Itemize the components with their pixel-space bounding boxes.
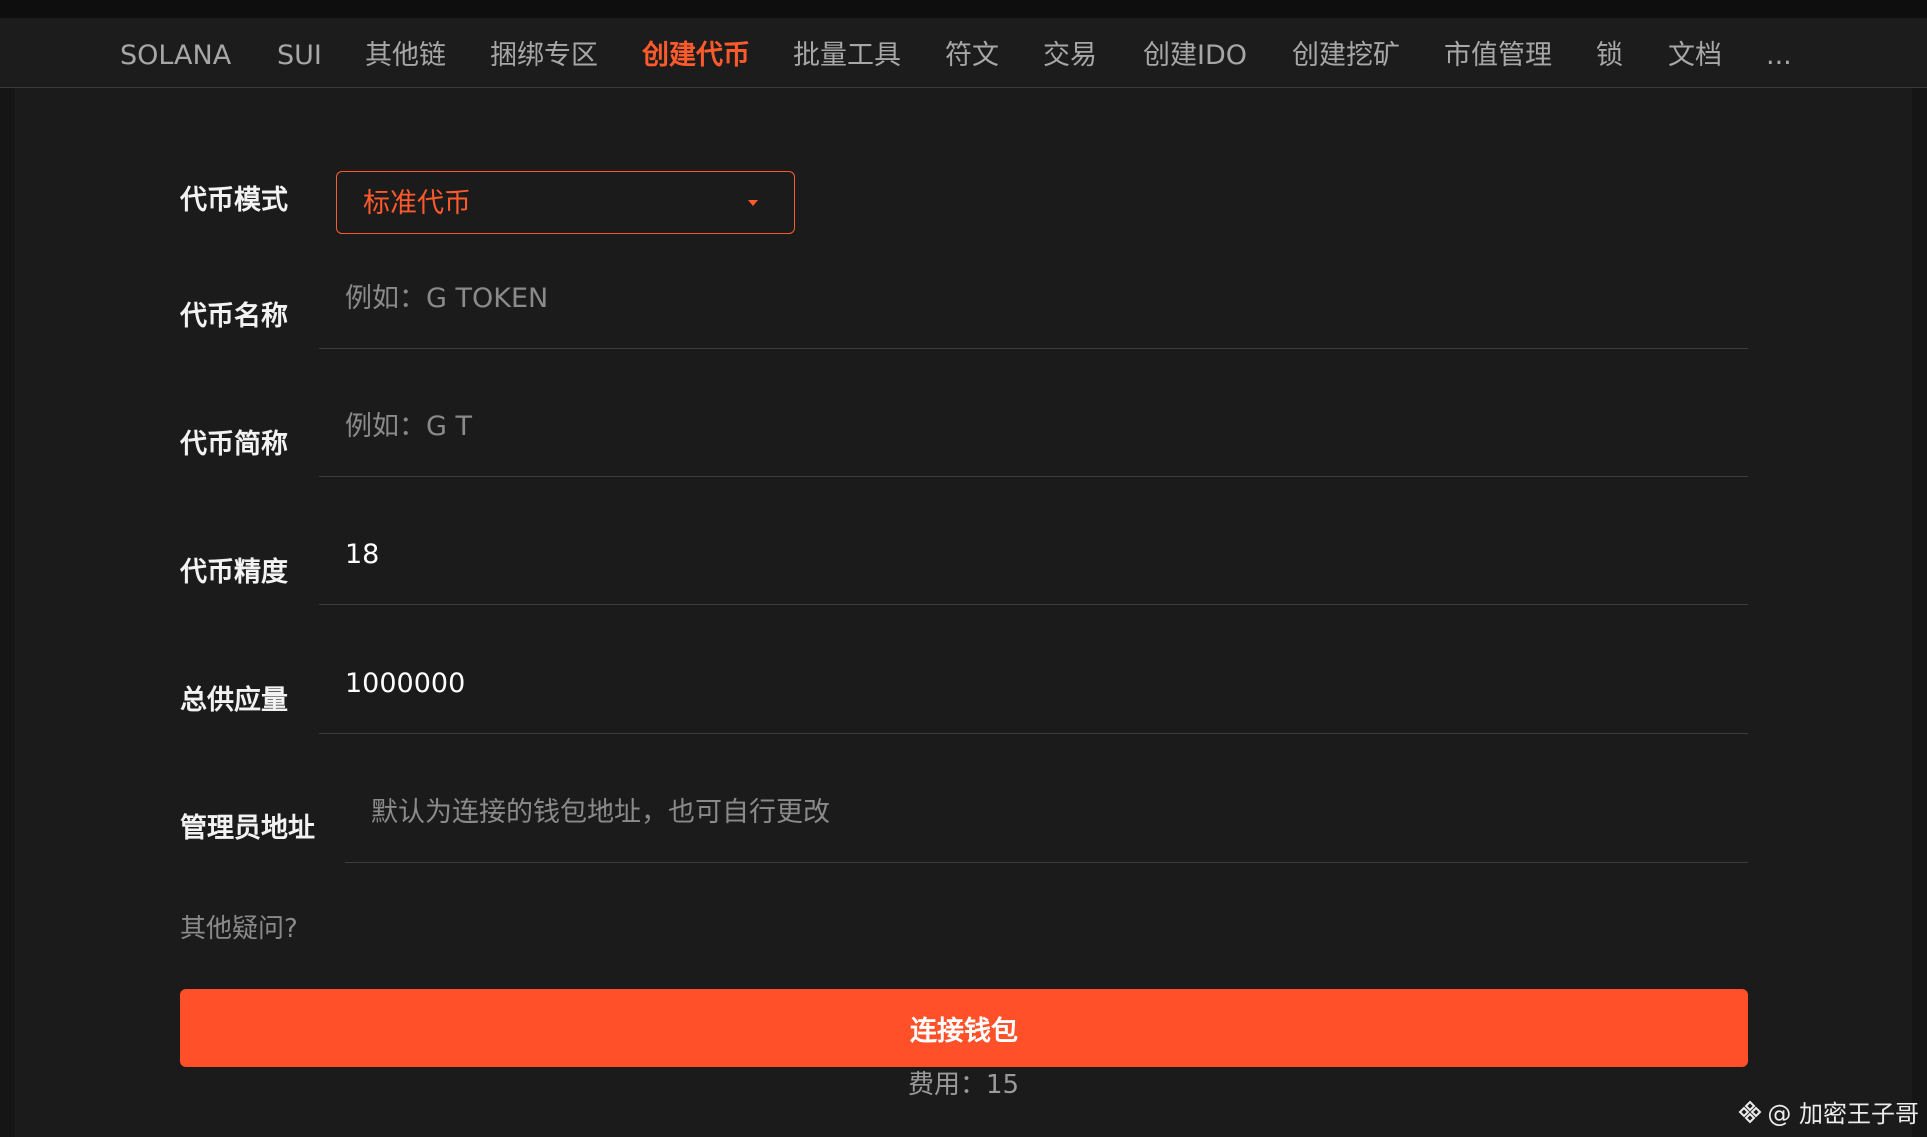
admin-address-label: 管理员地址 <box>180 813 315 844</box>
token-symbol-input[interactable] <box>345 397 1734 455</box>
top-nav: SOLANA SUI 其他链 捆绑专区 创建代币 批量工具 符文 交易 创建ID… <box>0 18 1927 88</box>
nav-item-create-ido[interactable]: 创建IDO <box>1143 18 1247 87</box>
token-decimals-label: 代币精度 <box>180 557 288 588</box>
token-name-field <box>319 269 1748 349</box>
connect-wallet-button[interactable]: 连接钱包 <box>180 989 1748 1067</box>
nav-item-market-cap[interactable]: 市值管理 <box>1444 18 1552 87</box>
nav-item-lock[interactable]: 锁 <box>1596 18 1623 87</box>
help-link[interactable]: 其他疑问? <box>180 908 298 945</box>
binance-square-icon <box>1738 1100 1762 1123</box>
total-supply-field <box>319 654 1748 734</box>
token-mode-label: 代币模式 <box>180 185 288 216</box>
token-name-label: 代币名称 <box>180 301 288 332</box>
token-mode-value: 标准代币 <box>363 188 471 219</box>
left-gutter <box>0 88 15 1137</box>
caret-down-icon <box>748 200 758 206</box>
nav-item-other-chains[interactable]: 其他链 <box>365 18 446 87</box>
nav-item-more[interactable]: ... <box>1766 18 1792 87</box>
nav-item-create-mining[interactable]: 创建挖矿 <box>1292 18 1400 87</box>
nav-item-trade[interactable]: 交易 <box>1043 18 1097 87</box>
watermark: @ 加密王子哥 <box>1737 1094 1919 1129</box>
token-symbol-label: 代币简称 <box>180 429 288 460</box>
total-supply-input[interactable] <box>345 654 1734 712</box>
nav-item-batch-tools[interactable]: 批量工具 <box>793 18 901 87</box>
token-name-input[interactable] <box>345 269 1734 327</box>
token-symbol-field <box>319 397 1748 477</box>
right-gutter <box>1912 88 1927 1137</box>
top-strip <box>0 0 1927 19</box>
nav-item-docs[interactable]: 文档 <box>1668 18 1722 87</box>
token-mode-select[interactable]: 标准代币 <box>336 171 795 234</box>
token-decimals-field <box>319 525 1748 605</box>
admin-address-input[interactable] <box>371 783 1734 841</box>
nav-item-runes[interactable]: 符文 <box>945 18 999 87</box>
nav-item-bundle[interactable]: 捆绑专区 <box>490 18 598 87</box>
fee-text: 费用：15 <box>907 1070 1020 1100</box>
nav-item-sui[interactable]: SUI <box>277 18 322 87</box>
nav-item-create-token[interactable]: 创建代币 <box>642 18 750 87</box>
token-decimals-input[interactable] <box>345 525 1734 583</box>
admin-address-field <box>345 783 1748 863</box>
watermark-text: @ 加密王子哥 <box>1767 1100 1919 1128</box>
total-supply-label: 总供应量 <box>180 685 288 716</box>
nav-item-solana[interactable]: SOLANA <box>120 18 231 87</box>
